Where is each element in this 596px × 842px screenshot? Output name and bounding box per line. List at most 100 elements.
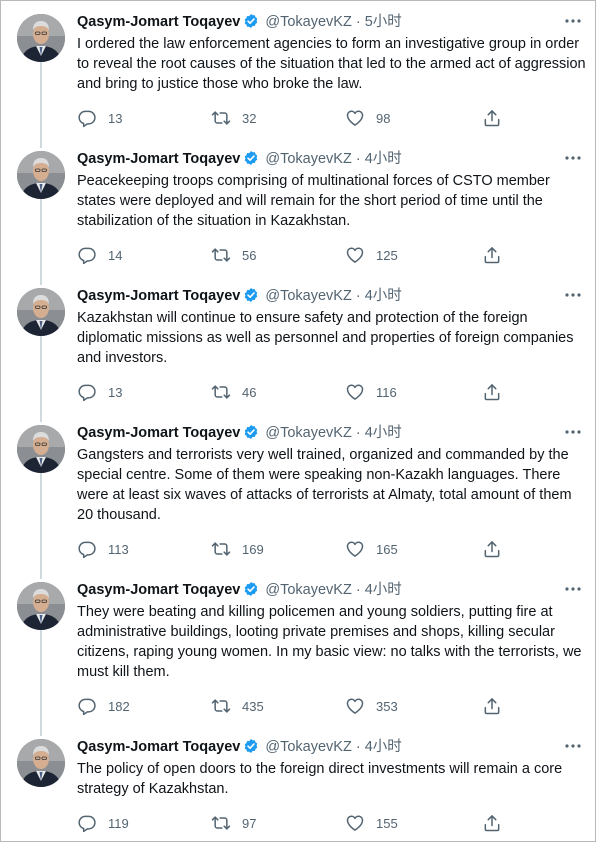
tweet-header: Qasym-Jomart Toqayev @TokayevKZ · 4小时	[77, 149, 402, 169]
retweet-button[interactable]: 435	[211, 696, 264, 716]
like-button[interactable]: 155	[345, 813, 398, 833]
thread-connector	[40, 199, 42, 285]
avatar[interactable]	[17, 151, 65, 199]
reply-count: 13	[108, 110, 123, 126]
more-options-icon[interactable]	[562, 147, 584, 169]
share-icon	[482, 813, 502, 833]
reply-button[interactable]: 182	[77, 696, 130, 716]
like-count: 98	[376, 110, 391, 126]
more-options-icon[interactable]	[562, 10, 584, 32]
avatar[interactable]	[17, 739, 65, 787]
like-icon	[345, 539, 365, 559]
retweet-button[interactable]: 169	[211, 539, 264, 559]
tweet-time[interactable]: 4小时	[365, 288, 402, 304]
more-options-icon[interactable]	[562, 735, 584, 757]
share-icon	[482, 382, 502, 402]
share-button[interactable]	[482, 813, 502, 833]
retweet-count: 32	[242, 110, 257, 126]
tweet-header: Qasym-Jomart Toqayev @TokayevKZ · 4小时	[77, 286, 402, 306]
share-button[interactable]	[482, 245, 502, 265]
thread-connector	[40, 62, 42, 148]
separator-dot: ·	[355, 151, 361, 167]
author-handle[interactable]: @TokayevKZ	[265, 582, 351, 598]
retweet-icon	[211, 382, 231, 402]
reply-button[interactable]: 113	[77, 539, 129, 559]
retweet-button[interactable]: 56	[211, 245, 256, 265]
author-name[interactable]: Qasym-Jomart Toqayev	[77, 582, 240, 598]
avatar[interactable]	[17, 425, 65, 473]
avatar[interactable]	[17, 288, 65, 336]
retweet-count: 169	[242, 541, 264, 557]
tweet-time[interactable]: 4小时	[365, 582, 402, 598]
like-icon	[345, 813, 365, 833]
retweet-button[interactable]: 32	[211, 108, 256, 128]
author-handle[interactable]: @TokayevKZ	[265, 425, 351, 441]
reply-count: 119	[108, 815, 129, 831]
separator-dot: ·	[355, 14, 361, 30]
author-handle[interactable]: @TokayevKZ	[265, 739, 351, 755]
tweet-time[interactable]: 4小时	[365, 739, 402, 755]
like-icon	[345, 245, 365, 265]
reply-icon	[77, 382, 97, 402]
author-name[interactable]: Qasym-Jomart Toqayev	[77, 425, 240, 441]
share-button[interactable]	[482, 696, 502, 716]
like-button[interactable]: 116	[345, 382, 397, 402]
reply-icon	[77, 696, 97, 716]
author-name[interactable]: Qasym-Jomart Toqayev	[77, 151, 240, 167]
like-button[interactable]: 353	[345, 696, 398, 716]
retweet-count: 97	[242, 815, 257, 831]
retweet-button[interactable]: 46	[211, 382, 256, 402]
separator-dot: ·	[355, 425, 361, 441]
share-button[interactable]	[482, 539, 502, 559]
tweet-text: Kazakhstan will continue to ensure safet…	[77, 310, 574, 366]
retweet-icon	[211, 539, 231, 559]
share-icon	[482, 245, 502, 265]
tweet-header: Qasym-Jomart Toqayev @TokayevKZ · 5小时	[77, 12, 402, 32]
like-button[interactable]: 125	[345, 245, 398, 265]
like-icon	[345, 108, 365, 128]
like-count: 353	[376, 698, 398, 714]
tweet-text: The policy of open doors to the foreign …	[77, 761, 563, 797]
like-button[interactable]: 165	[345, 539, 398, 559]
share-icon	[482, 108, 502, 128]
like-count: 125	[376, 247, 398, 263]
like-count: 155	[376, 815, 398, 831]
reply-button[interactable]: 119	[77, 813, 129, 833]
author-name[interactable]: Qasym-Jomart Toqayev	[77, 288, 240, 304]
tweet-time[interactable]: 4小时	[365, 151, 402, 167]
thread-connector	[40, 630, 42, 736]
more-options-icon[interactable]	[562, 578, 584, 600]
reply-button[interactable]: 13	[77, 108, 122, 128]
tweet-header: Qasym-Jomart Toqayev @TokayevKZ · 4小时	[77, 580, 402, 600]
more-options-icon[interactable]	[562, 284, 584, 306]
author-name[interactable]: Qasym-Jomart Toqayev	[77, 739, 240, 755]
tweet-time[interactable]: 4小时	[365, 425, 402, 441]
reply-button[interactable]: 14	[77, 245, 122, 265]
reply-count: 13	[108, 384, 123, 400]
share-button[interactable]	[482, 382, 502, 402]
retweet-icon	[211, 813, 231, 833]
retweet-icon	[211, 696, 231, 716]
tweet-text: Peacekeeping troops comprising of multin…	[77, 173, 550, 229]
reply-count: 14	[108, 247, 123, 263]
avatar[interactable]	[17, 14, 65, 62]
retweet-button[interactable]: 97	[211, 813, 256, 833]
author-handle[interactable]: @TokayevKZ	[265, 288, 351, 304]
reply-button[interactable]: 13	[77, 382, 122, 402]
reply-count: 113	[108, 541, 129, 557]
tweet-header: Qasym-Jomart Toqayev @TokayevKZ · 4小时	[77, 737, 402, 757]
author-name[interactable]: Qasym-Jomart Toqayev	[77, 14, 240, 30]
like-count: 116	[376, 384, 397, 400]
avatar[interactable]	[17, 582, 65, 630]
verified-badge-icon	[243, 424, 259, 446]
author-handle[interactable]: @TokayevKZ	[265, 151, 351, 167]
more-options-icon[interactable]	[562, 421, 584, 443]
author-handle[interactable]: @TokayevKZ	[265, 14, 351, 30]
tweet-time[interactable]: 5小时	[365, 14, 402, 30]
verified-badge-icon	[243, 287, 259, 309]
retweet-icon	[211, 245, 231, 265]
thread-connector	[40, 473, 42, 579]
share-button[interactable]	[482, 108, 502, 128]
like-button[interactable]: 98	[345, 108, 390, 128]
verified-badge-icon	[243, 581, 259, 603]
